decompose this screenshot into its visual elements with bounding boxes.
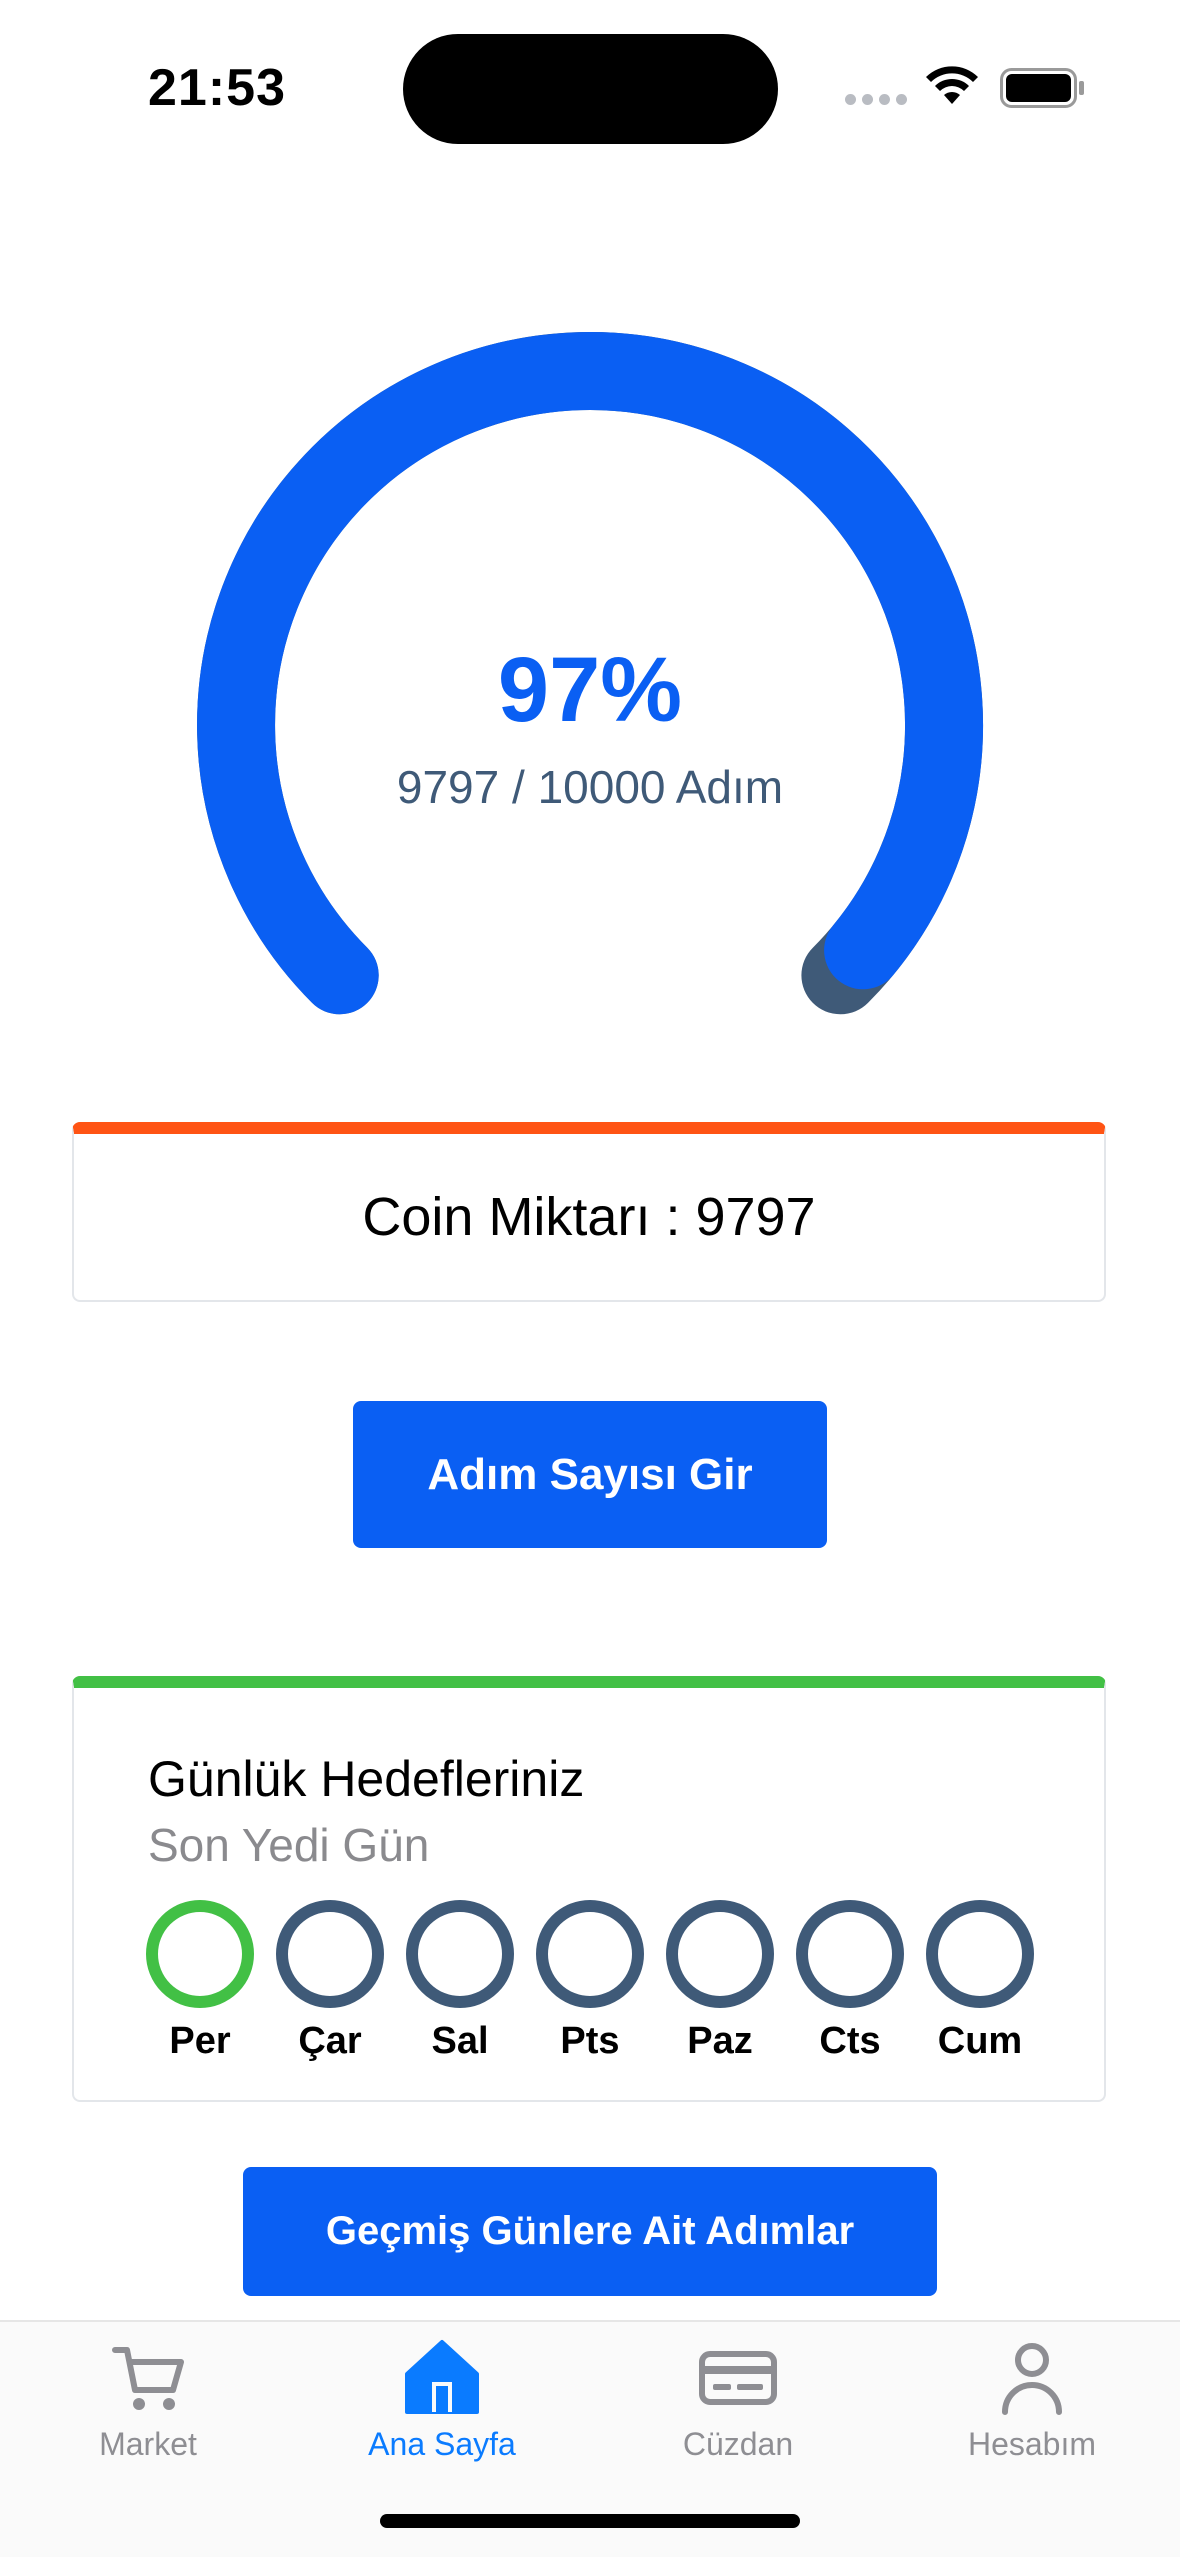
day-label: Sal	[431, 2020, 489, 2062]
day-item-4: Paz	[666, 1900, 774, 2063]
tab-label: Ana Sayfa	[368, 2426, 516, 2462]
step-count-label: 9797 / 10000 Adım	[396, 761, 784, 813]
day-item-5: Cts	[796, 1900, 904, 2063]
day-label: Çar	[298, 2020, 362, 2062]
day-goal-ring	[406, 1900, 514, 2008]
tab-market[interactable]: Market	[18, 2332, 278, 2463]
step-progress-gauge	[197, 332, 984, 1015]
day-label: Pts	[560, 2020, 620, 2062]
day-goal-ring	[276, 1900, 384, 2008]
daily-goals-card: Günlük Hedefleriniz Son Yedi Gün Per Çar…	[72, 1676, 1106, 2102]
days-row: Per Çar Sal Pts Paz Cts Cum	[146, 1900, 1034, 2063]
tab-home[interactable]: Ana Sayfa	[312, 2332, 572, 2463]
person-icon	[1002, 2343, 1062, 2415]
coin-amount: Coin Miktarı : 9797	[362, 1187, 816, 1247]
tab-wallet[interactable]: Cüzdan	[608, 2332, 868, 2463]
day-item-2: Sal	[406, 1900, 514, 2063]
day-item-3: Pts	[536, 1900, 644, 2063]
wallet-card-icon	[699, 2351, 777, 2405]
enter-steps-button[interactable]: Adım Sayısı Gir	[353, 1401, 827, 1548]
day-item-0: Per	[146, 1900, 254, 2063]
tab-account[interactable]: Hesabım	[902, 2332, 1162, 2463]
day-label: Cum	[937, 2020, 1023, 2062]
coin-card: Coin Miktarı : 9797	[72, 1122, 1106, 1302]
step-history-button[interactable]: Geçmiş Günlere Ait Adımlar	[243, 2167, 937, 2296]
day-item-1: Çar	[276, 1900, 384, 2063]
day-goal-ring	[796, 1900, 904, 2008]
day-label: Paz	[687, 2020, 753, 2062]
home-indicator	[380, 2514, 800, 2528]
cart-icon	[112, 2347, 184, 2410]
goals-subtitle: Son Yedi Gün	[148, 1819, 430, 1871]
day-goal-ring	[666, 1900, 774, 2008]
home-icon	[405, 2340, 479, 2414]
day-item-6: Cum	[926, 1900, 1034, 2063]
tab-label: Hesabım	[967, 2426, 1097, 2462]
tab-label: Cüzdan	[682, 2426, 794, 2462]
day-goal-ring	[536, 1900, 644, 2008]
day-goal-ring	[926, 1900, 1034, 2008]
day-goal-ring	[146, 1900, 254, 2008]
progress-percent: 97%	[497, 639, 683, 741]
day-label: Cts	[819, 2020, 881, 2062]
day-label: Per	[169, 2020, 231, 2062]
goals-title: Günlük Hedefleriniz	[148, 1751, 585, 1807]
tab-label: Market	[99, 2426, 197, 2462]
